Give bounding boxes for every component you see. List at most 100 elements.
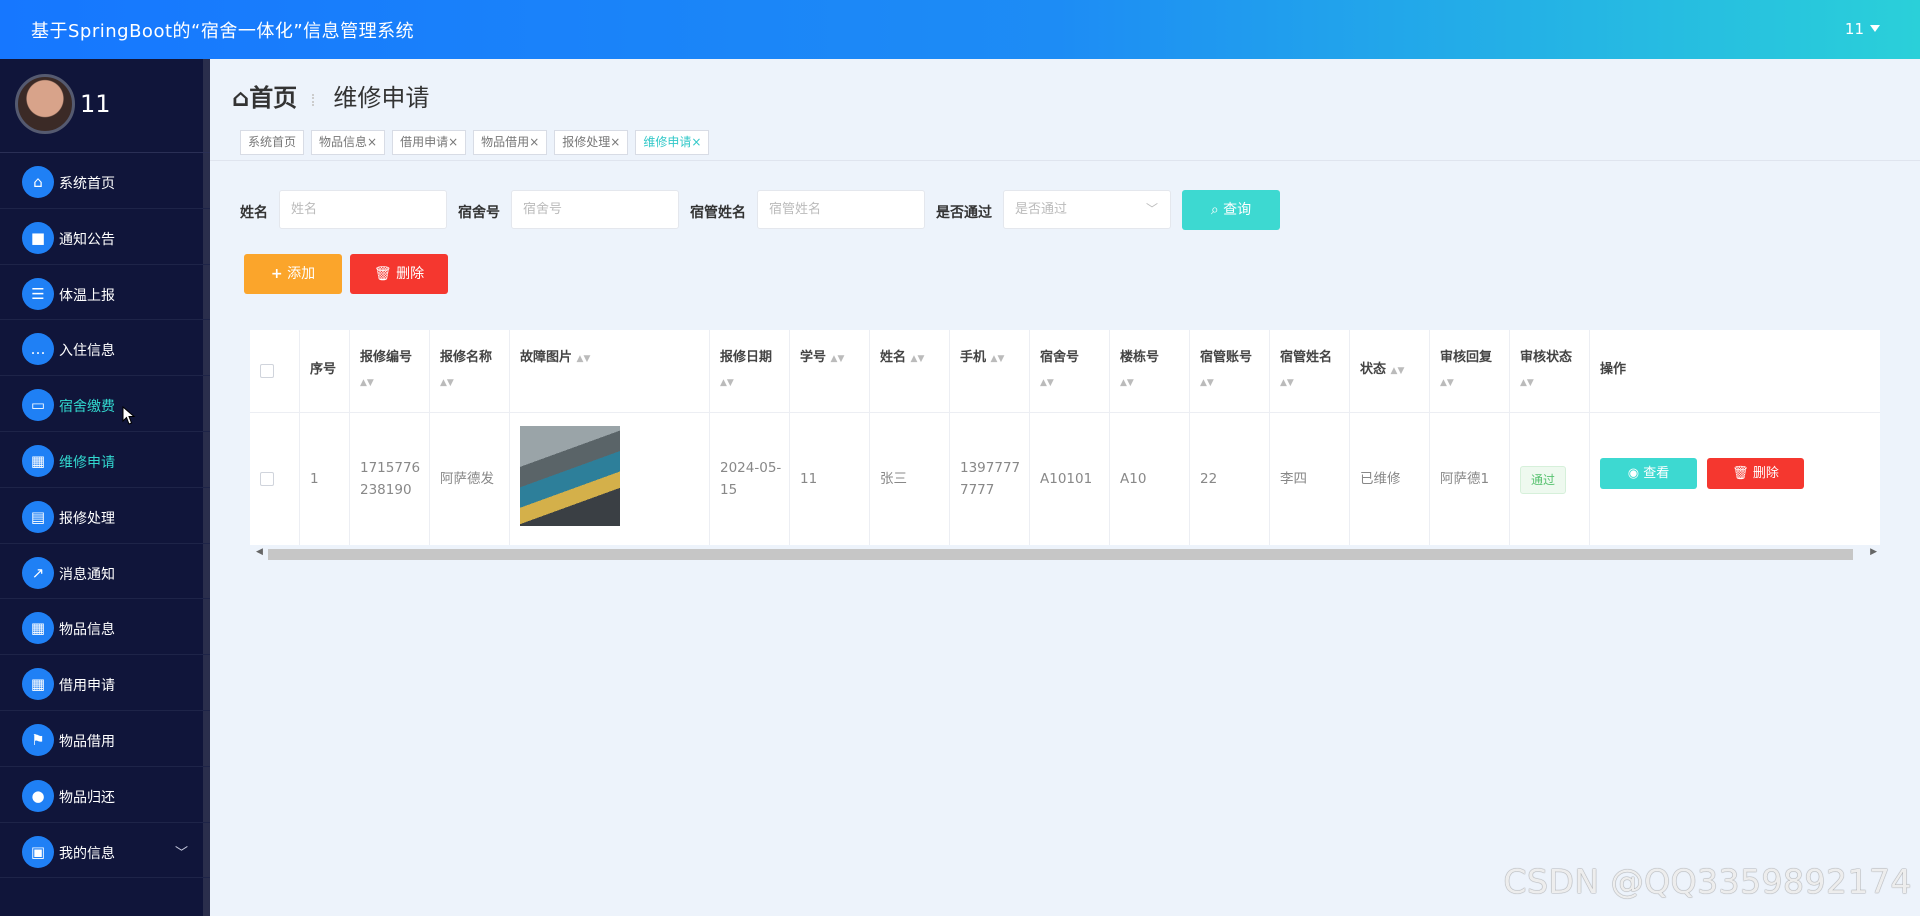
sort-icon: ▲▼ bbox=[440, 378, 454, 388]
monitor-icon: ▭ bbox=[22, 389, 54, 422]
sort-icon: ▲▼ bbox=[360, 378, 374, 388]
table-header: 序号 报修编号 ▲▼ 报修名称 ▲▼ 故障图片 ▲▼ 报修日期 ▲▼ 学号 ▲▼ 姓名… bbox=[250, 330, 1880, 413]
chevron-down-icon: ﹀ bbox=[174, 845, 188, 861]
header-cell[interactable]: 故障图片 ▲▼ bbox=[510, 330, 710, 413]
grid-icon: ▦ bbox=[22, 612, 54, 645]
eye-icon: ◉ bbox=[1627, 466, 1640, 481]
close-icon[interactable]: × bbox=[529, 135, 539, 149]
tab-borrow-apply[interactable]: 借用申请× bbox=[392, 130, 467, 155]
close-icon[interactable]: × bbox=[691, 135, 701, 149]
sidebar-item-label: 通知公告 bbox=[59, 231, 115, 248]
table-horizontal-scrollbar[interactable]: ◀ ▶ bbox=[254, 547, 1879, 561]
sort-icon: ▲▼ bbox=[576, 354, 591, 364]
scrollbar-thumb[interactable] bbox=[268, 549, 1853, 560]
row-checkbox[interactable] bbox=[260, 472, 274, 486]
header-cell[interactable]: 审核回复 ▲▼ bbox=[1430, 330, 1510, 413]
sidebar-item-checkin[interactable]: … 入住信息 bbox=[0, 320, 210, 377]
sidebar-item-fees[interactable]: ▭ 宿舍缴费 bbox=[0, 376, 210, 432]
header-cell[interactable]: 宿舍号 ▲▼ bbox=[1030, 330, 1110, 413]
header-cell[interactable]: 楼栋号 ▲▼ bbox=[1110, 330, 1190, 413]
tab-goods[interactable]: 物品信息× bbox=[311, 130, 386, 155]
room-input[interactable]: 宿舍号 bbox=[511, 190, 679, 229]
header-cell[interactable]: 报修名称 ▲▼ bbox=[430, 330, 510, 413]
header-cell[interactable]: 宿管账号 ▲▼ bbox=[1190, 330, 1270, 413]
pass-label: 是否通过 bbox=[936, 205, 992, 221]
sidebar-item-label: 物品归还 bbox=[59, 789, 115, 806]
name-input[interactable]: 姓名 bbox=[279, 190, 447, 229]
user-menu[interactable]: 11 bbox=[1845, 20, 1880, 38]
sidebar-item-repair-apply[interactable]: ▦ 维修申请 bbox=[0, 432, 210, 488]
search-button[interactable]: ⌕ 查询 bbox=[1182, 190, 1280, 230]
sidebar-item-goods[interactable]: ▦ 物品信息 bbox=[0, 599, 210, 656]
cell-actions: ◉ 查看 🗑 删除 bbox=[1590, 413, 1880, 545]
cell-phone: 13977777777 bbox=[950, 413, 1030, 545]
delete-button[interactable]: 🗑 删除 bbox=[350, 254, 448, 294]
data-table: 序号 报修编号 ▲▼ 报修名称 ▲▼ 故障图片 ▲▼ 报修日期 ▲▼ 学号 ▲▼ 姓名… bbox=[250, 330, 1880, 545]
cell-manager-name: 李四 bbox=[1270, 413, 1350, 545]
sidebar-item-borrow-apply[interactable]: ▦ 借用申请 bbox=[0, 655, 210, 711]
header-cell[interactable]: 审核状态 ▲▼ bbox=[1510, 330, 1590, 413]
mouse-cursor-icon bbox=[122, 406, 136, 425]
header-cell[interactable]: 报修编号 ▲▼ bbox=[350, 330, 430, 413]
scroll-left-icon[interactable]: ◀ bbox=[256, 547, 263, 557]
sort-icon: ▲▼ bbox=[1040, 378, 1054, 388]
cell-status: 已维修 bbox=[1350, 413, 1430, 545]
name-label: 姓名 bbox=[240, 205, 268, 221]
select-all-checkbox[interactable] bbox=[260, 364, 274, 378]
cell-name: 张三 bbox=[870, 413, 950, 545]
tab-home[interactable]: 系统首页 bbox=[240, 130, 305, 155]
breadcrumb: ⌂首页 维修申请 bbox=[232, 78, 429, 113]
tab-borrow[interactable]: 物品借用× bbox=[473, 130, 548, 155]
header-cell[interactable]: 学号 ▲▼ bbox=[790, 330, 870, 413]
sidebar-item-label: 入住信息 bbox=[59, 343, 115, 360]
status-badge: 通过 bbox=[1520, 466, 1567, 494]
home-icon: ⌂ bbox=[232, 84, 250, 112]
sidebar-item-repair-handle[interactable]: ▤ 报修处理 bbox=[0, 488, 210, 544]
plus-icon: + bbox=[270, 266, 283, 282]
scroll-right-icon[interactable]: ▶ bbox=[1870, 547, 1877, 557]
header-cell[interactable]: 状态 ▲▼ bbox=[1350, 330, 1430, 413]
sort-icon: ▲▼ bbox=[830, 354, 845, 364]
sidebar-item-label: 消息通知 bbox=[59, 566, 115, 583]
tab-repair-apply[interactable]: 维修申请× bbox=[635, 130, 710, 155]
search-icon: ⌕ bbox=[1210, 202, 1219, 218]
header-cell[interactable]: 序号 bbox=[300, 330, 350, 413]
cell-audit-status: 通过 bbox=[1510, 413, 1590, 545]
header-cell[interactable]: 报修日期 ▲▼ bbox=[710, 330, 790, 413]
view-button[interactable]: ◉ 查看 bbox=[1600, 458, 1697, 489]
manager-input[interactable]: 宿管姓名 bbox=[757, 190, 925, 229]
add-button[interactable]: + 添加 bbox=[244, 254, 342, 294]
row-delete-button[interactable]: 🗑 删除 bbox=[1707, 458, 1804, 489]
sidebar-item-label: 借用申请 bbox=[59, 678, 115, 695]
sidebar-item-my-info[interactable]: ▣ 我的信息 ﹀ bbox=[0, 823, 210, 879]
trash-icon: 🗑 bbox=[1732, 466, 1749, 481]
fault-photo[interactable] bbox=[520, 426, 620, 526]
breadcrumb-home[interactable]: ⌂首页 bbox=[232, 84, 297, 112]
sort-icon: ▲▼ bbox=[1200, 378, 1214, 388]
sidebar-item-label: 体温上报 bbox=[59, 287, 115, 304]
close-icon[interactable]: × bbox=[367, 135, 377, 149]
room-label: 宿舍号 bbox=[458, 205, 500, 221]
sidebar-item-home[interactable]: ⌂ 系统首页 bbox=[0, 153, 210, 209]
table-row[interactable]: 1 1715776238190 阿萨德发 2024-05-15 11 张三 13… bbox=[250, 413, 1880, 545]
sidebar-item-messages[interactable]: ↗ 消息通知 bbox=[0, 544, 210, 600]
pass-select[interactable]: 是否通过 ﹀ bbox=[1003, 190, 1171, 229]
sidebar-item-label: 物品信息 bbox=[59, 622, 115, 639]
sidebar-item-notice[interactable]: ■ 通知公告 bbox=[0, 209, 210, 265]
tab-bar: 系统首页 物品信息× 借用申请× 物品借用× 报修处理× 维修申请× bbox=[240, 130, 710, 155]
tab-repair-handle[interactable]: 报修处理× bbox=[554, 130, 629, 155]
header-cell[interactable]: 手机 ▲▼ bbox=[950, 330, 1030, 413]
header-cell[interactable]: 姓名 ▲▼ bbox=[870, 330, 950, 413]
sidebar-item-borrow[interactable]: ⚑ 物品借用 bbox=[0, 711, 210, 767]
close-icon[interactable]: × bbox=[610, 135, 620, 149]
cell-student-no: 11 bbox=[790, 413, 870, 545]
avatar bbox=[15, 74, 75, 134]
sort-icon: ▲▼ bbox=[1440, 378, 1454, 388]
close-icon[interactable]: × bbox=[448, 135, 458, 149]
cell-manager-account: 22 bbox=[1190, 413, 1270, 545]
profile: 11 bbox=[0, 59, 210, 153]
sort-icon: ▲▼ bbox=[1120, 378, 1134, 388]
sidebar-item-temperature[interactable]: ☰ 体温上报 bbox=[0, 265, 210, 321]
sidebar-item-return[interactable]: ● 物品归还 bbox=[0, 767, 210, 823]
header-cell[interactable]: 宿管姓名 ▲▼ bbox=[1270, 330, 1350, 413]
